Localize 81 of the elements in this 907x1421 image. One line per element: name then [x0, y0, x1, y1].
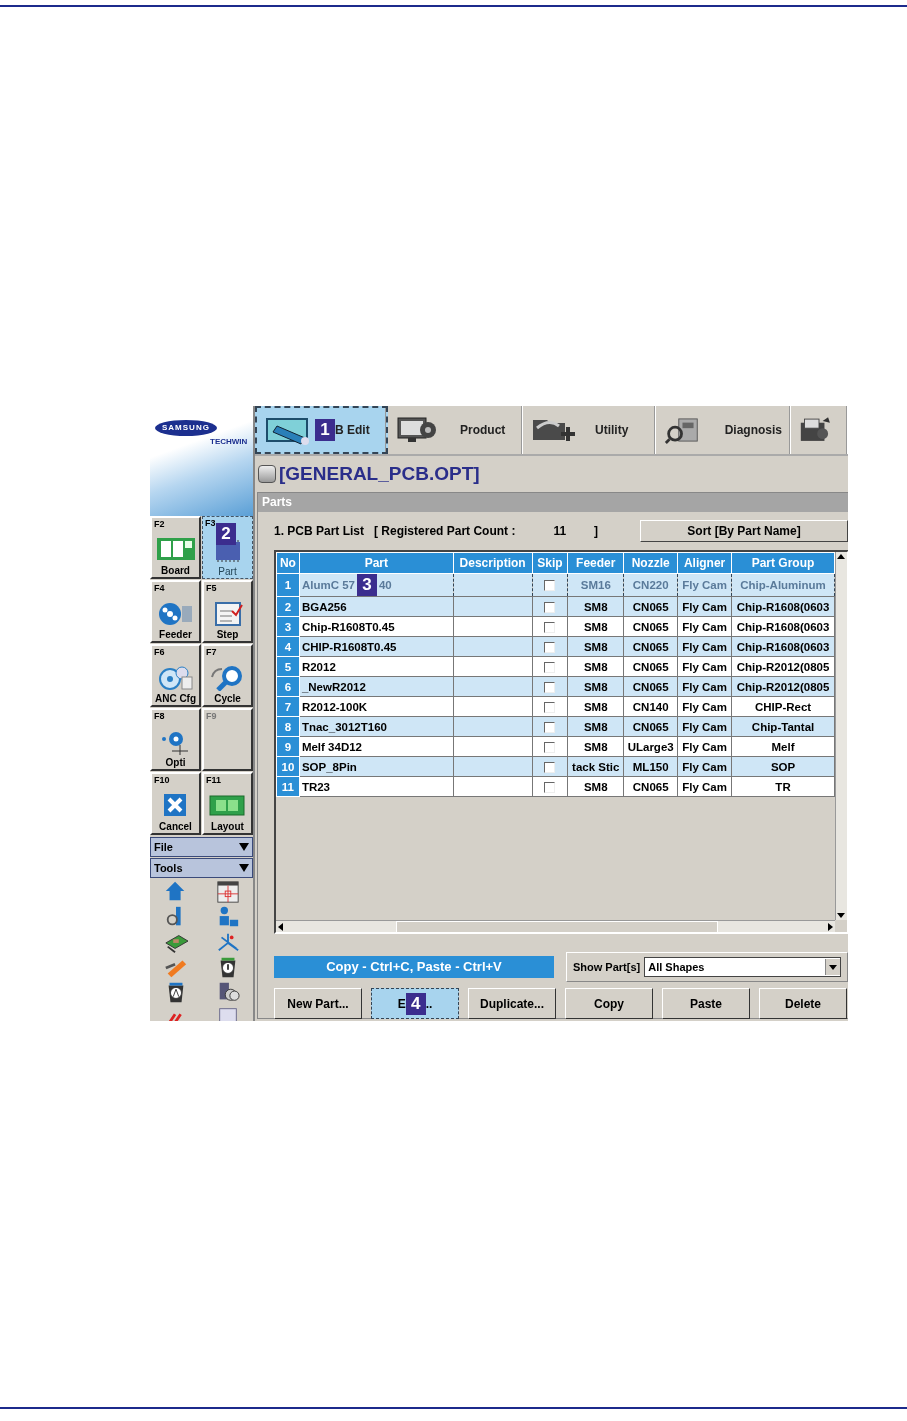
filter-label: Show Part[s] — [573, 961, 641, 973]
function-key-button[interactable]: F2 Board — [150, 516, 201, 579]
toolbar-tab[interactable]: 1 B Edit — [255, 406, 388, 454]
table-row[interactable]: 3 Chip-R1608T0.45 SM8 CN065 Fly Cam Chip-R1608(0603 — [276, 616, 835, 637]
table-row[interactable]: 5 R2012 SM8 CN065 Fly Cam Chip-R2012(0805 — [276, 656, 835, 677]
row-number: 6 — [276, 676, 300, 697]
table-row[interactable]: 7 R2012-100K SM8 CN140 Fly Cam CHIP-Rect — [276, 696, 835, 717]
table-cell: Chip-Aluminum — [731, 573, 835, 597]
column-header[interactable]: Part — [299, 552, 454, 574]
function-key-button[interactable]: F11 Layout — [202, 772, 253, 835]
row-number: 8 — [276, 716, 300, 737]
action-button[interactable]: New Part... — [274, 988, 362, 1019]
table-row[interactable]: 1 AlumC 57 3 40 SM16 CN220 Fly Cam Chip-Aluminum — [276, 573, 835, 597]
panel-header: Parts — [258, 493, 848, 512]
table-row[interactable]: 6 _NewR2012 SM8 CN065 Fly Cam Chip-R2012(0805 — [276, 676, 835, 697]
row-number: 1 — [276, 573, 300, 597]
bracket-text: ] — [594, 524, 599, 538]
callout-number: 3 — [356, 574, 377, 596]
row-number: 2 — [276, 596, 300, 617]
key-label: F2 — [154, 519, 165, 529]
key-label: F4 — [154, 583, 165, 593]
sort-button[interactable]: Sort [By Part Name] — [640, 520, 848, 542]
action-button[interactable]: Duplicate... — [468, 988, 556, 1019]
key-label: F9 — [206, 711, 217, 721]
callout-number: 2 — [216, 523, 236, 545]
file-title: [GENERAL_PCB.OPT] — [279, 463, 480, 485]
key-label: F5 — [206, 583, 217, 593]
row-number: 10 — [276, 756, 300, 777]
column-header[interactable]: Part Group — [731, 552, 835, 574]
count-label: [ Registered Part Count : — [374, 524, 516, 538]
column-header[interactable]: Aligner — [677, 552, 732, 574]
table-cell: Chip-R1608(0603 — [731, 596, 835, 617]
shortcut-hint-banner: Copy - Ctrl+C, Paste - Ctrl+V — [274, 956, 554, 978]
row-number: 5 — [276, 656, 300, 677]
row-number: 4 — [276, 636, 300, 657]
column-header[interactable]: Nozzle — [623, 552, 678, 574]
function-key-button[interactable]: F4 Feeder — [150, 580, 201, 643]
menu-header[interactable]: File — [150, 837, 253, 857]
row-number: 3 — [276, 616, 300, 637]
key-label: F3 — [205, 518, 216, 528]
row-number: 7 — [276, 696, 300, 717]
table-row[interactable]: 4 CHIP-R1608T0.45 SM8 CN065 Fly Cam Chip-R1608(0603 — [276, 636, 835, 657]
row-number: 9 — [276, 736, 300, 757]
table-cell-text: AlumC 57 3 40 — [301, 574, 393, 596]
key-label: F6 — [154, 647, 165, 657]
table-cell: CN065 — [623, 596, 678, 617]
function-key-button[interactable]: F8 Opti — [150, 708, 201, 771]
list-title: 1. PCB Part List — [274, 524, 365, 538]
key-label: F7 — [206, 647, 217, 657]
column-header[interactable]: No — [276, 552, 300, 574]
column-header[interactable]: Skip — [532, 552, 568, 574]
brand-subtitle: TECHWIN — [210, 437, 248, 446]
callout-number: 4 — [405, 992, 426, 1015]
function-key-button[interactable]: F10 Cancel — [150, 772, 201, 835]
table-row[interactable]: 9 Melf 34D12 SM8 ULarge3 Fly Cam Melf — [276, 736, 835, 757]
table-row[interactable]: 8 Tnac_3012T160 SM8 CN065 Fly Cam Chip-Tantal — [276, 716, 835, 737]
function-key-button[interactable]: F7 Cycle — [202, 644, 253, 707]
function-key-button[interactable]: F5 Step — [202, 580, 253, 643]
function-key-button[interactable]: F6 ANC Cfg — [150, 644, 201, 707]
table-row[interactable]: 2 BGA256 SM8 CN065 Fly Cam Chip-R1608(0603 — [276, 596, 835, 617]
table-row[interactable]: 10 SOP_8Pin tack Stic ML150 Fly Cam SOP — [276, 756, 835, 777]
action-button[interactable]: E 4 .. — [371, 988, 459, 1019]
row-number: 11 — [276, 776, 300, 797]
key-label: F10 — [154, 775, 170, 785]
column-header[interactable]: Feeder — [567, 552, 624, 574]
action-button[interactable]: Delete — [759, 988, 847, 1019]
menu-header[interactable]: Tools — [150, 858, 253, 878]
key-label: F11 — [206, 775, 221, 785]
table-row[interactable]: 11 TR23 SM8 CN065 Fly Cam TR — [276, 776, 835, 797]
key-label: F8 — [154, 711, 165, 721]
action-button[interactable]: Paste — [662, 988, 750, 1019]
action-button[interactable]: Copy — [565, 988, 653, 1019]
column-header[interactable]: Description — [453, 552, 532, 574]
brand-logo: SAMSUNG — [155, 420, 217, 436]
function-key-button[interactable]: F3 2 Part — [202, 516, 253, 579]
table-cell: BGA256 — [299, 596, 454, 617]
table-cell: SM8 — [567, 596, 624, 617]
callout-number: 1 — [315, 419, 335, 441]
table-cell: Fly Cam — [677, 596, 732, 617]
shape-filter-dropdown[interactable]: All Shapes — [644, 957, 841, 977]
part-count: 11 — [553, 524, 567, 538]
